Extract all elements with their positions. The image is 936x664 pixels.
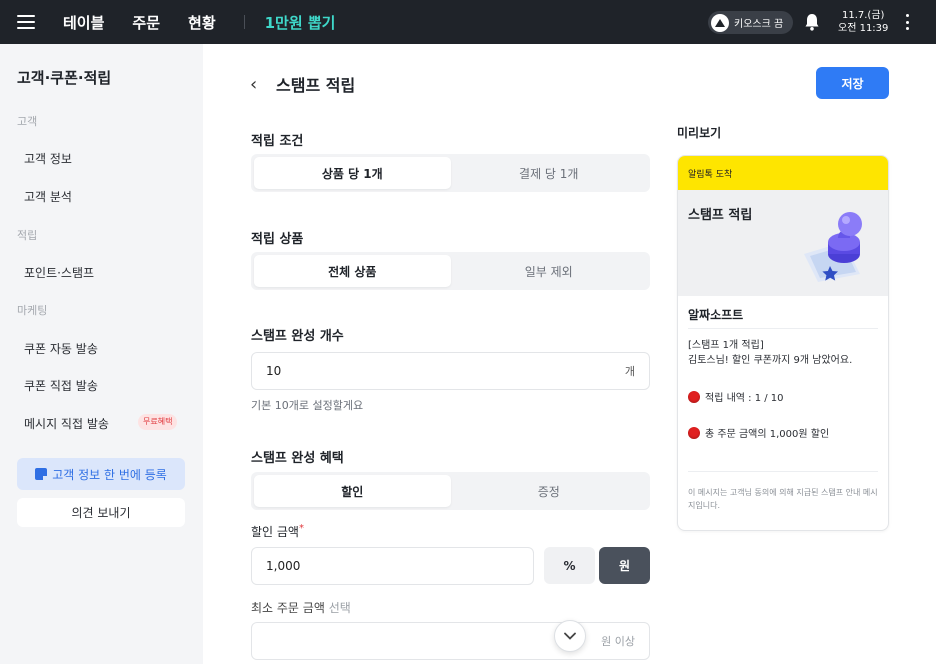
condition-per-payment[interactable]: 결제 당 1개 bbox=[451, 157, 648, 189]
clock: 11.7.(금) 오전 11:39 bbox=[838, 9, 888, 35]
condition-label: 적립 조건 bbox=[251, 134, 304, 149]
card-hero: 스탬프 적립 bbox=[678, 190, 888, 296]
sidebar-item-coupon-auto[interactable]: 쿠폰 자동 발송 bbox=[24, 340, 98, 357]
preview-title: 미리보기 bbox=[677, 126, 722, 140]
menu-icon[interactable] bbox=[17, 15, 35, 29]
benefit-discount[interactable]: 할인 bbox=[254, 475, 451, 507]
stamp-count-label: 스탬프 완성 개수 bbox=[251, 329, 344, 344]
sidebar-item-point-stamp[interactable]: 포인트·스탬프 bbox=[24, 264, 94, 281]
save-button[interactable]: 저장 bbox=[816, 67, 889, 99]
sidebar-item-customer-info[interactable]: 고객 정보 bbox=[24, 150, 72, 167]
condition-segment: 상품 당 1개 결제 당 1개 bbox=[251, 154, 650, 192]
sidebar: 고객·쿠폰·적립 고객 고객 정보 고객 분석 적립 포인트·스탬프 마케팅 쿠… bbox=[0, 44, 203, 664]
kiosk-icon bbox=[711, 13, 729, 32]
discount-amount-value: 1,000 bbox=[266, 559, 301, 573]
unit-percent-button[interactable]: % bbox=[544, 547, 595, 584]
hero-title: 스탬프 적립 bbox=[688, 208, 753, 223]
card-footnote: 이 메시지는 고객님 동의에 의해 지급된 스탬프 안내 메시지입니다. bbox=[688, 488, 878, 510]
scroll-down-button[interactable] bbox=[554, 620, 586, 652]
min-order-input[interactable]: 원 이상 bbox=[251, 622, 650, 660]
bullet-discount: 총 주문 금액의 1,000원 할인 bbox=[688, 425, 829, 440]
message-line-2: 김토스님! 할인 쿠폰까지 9개 남았어요. bbox=[688, 355, 853, 366]
min-order-label-text: 최소 주문 금액 bbox=[251, 601, 325, 615]
back-chevron-icon[interactable]: ‹ bbox=[250, 74, 257, 95]
card-divider bbox=[688, 471, 878, 472]
min-order-unit: 원 이상 bbox=[601, 635, 635, 648]
required-mark: * bbox=[298, 523, 304, 534]
stamp-count-unit: 개 bbox=[624, 365, 635, 378]
preview-card: 알림톡 도착 스탬프 적립 알짜소프트 [스탬프 1개 적립] 김토스님! 할인… bbox=[677, 155, 889, 531]
sidebar-item-message-direct[interactable]: 메시지 직접 발송 bbox=[24, 415, 109, 432]
discount-amount-input[interactable]: 1,000 bbox=[251, 547, 534, 585]
free-benefit-badge: 무료혜택 bbox=[138, 414, 178, 430]
bullet-2-text: 총 주문 금액의 1,000원 할인 bbox=[705, 429, 830, 440]
register-button-label: 고객 정보 한 번에 등록 bbox=[52, 467, 167, 482]
min-order-label: 최소 주문 금액 선택 bbox=[251, 599, 351, 616]
top-nav: 테이블 주문 현황 1만원 뽑기 bbox=[63, 12, 364, 33]
discount-label: 할인 금액* bbox=[251, 523, 304, 540]
clock-date: 11.7.(금) bbox=[841, 10, 885, 21]
top-bar: 테이블 주문 현황 1만원 뽑기 키오스크 끔 11.7.(금) 오전 11:3… bbox=[0, 0, 936, 44]
benefit-segment: 할인 증정 bbox=[251, 472, 650, 510]
products-segment: 전체 상품 일부 제외 bbox=[251, 252, 650, 290]
page-title: 스탬프 적립 bbox=[276, 76, 356, 95]
message-line-1: [스탬프 1개 적립] bbox=[688, 340, 764, 351]
products-exclude-some[interactable]: 일부 제외 bbox=[451, 255, 648, 287]
clock-time: 오전 11:39 bbox=[838, 23, 889, 34]
bullet-stamp-history: 적립 내역 : 1 / 10 bbox=[688, 389, 784, 404]
stamp-icon bbox=[804, 212, 862, 282]
red-dot-icon bbox=[688, 390, 700, 403]
discount-label-text: 할인 금액 bbox=[251, 525, 299, 539]
sidebar-title: 고객·쿠폰·적립 bbox=[17, 69, 112, 87]
kiosk-toggle[interactable]: 키오스크 끔 bbox=[708, 11, 794, 34]
chevron-down-icon bbox=[564, 632, 576, 640]
red-dot-icon bbox=[688, 426, 700, 439]
nav-table[interactable]: 테이블 bbox=[63, 12, 104, 33]
nav-status[interactable]: 현황 bbox=[188, 12, 216, 33]
products-label: 적립 상품 bbox=[251, 232, 304, 247]
nav-10k-draw[interactable]: 1만원 뽑기 bbox=[265, 12, 336, 33]
nav-order[interactable]: 주문 bbox=[132, 12, 160, 33]
note-icon bbox=[35, 468, 49, 481]
stamp-count-help: 기본 10개로 설정할게요 bbox=[251, 399, 364, 412]
benefit-gift[interactable]: 증정 bbox=[451, 475, 648, 507]
sidebar-item-customer-analysis[interactable]: 고객 분석 bbox=[24, 188, 72, 205]
brand-name: 알짜소프트 bbox=[688, 308, 744, 322]
bell-icon[interactable] bbox=[804, 12, 820, 32]
more-icon[interactable] bbox=[906, 14, 910, 30]
condition-per-item[interactable]: 상품 당 1개 bbox=[254, 157, 451, 189]
stamp-count-input[interactable]: 10 개 bbox=[251, 352, 650, 390]
benefit-label: 스탬프 완성 혜택 bbox=[251, 451, 344, 466]
products-all[interactable]: 전체 상품 bbox=[254, 255, 451, 287]
sidebar-item-coupon-direct[interactable]: 쿠폰 직접 발송 bbox=[24, 377, 98, 394]
card-header: 알림톡 도착 bbox=[678, 156, 888, 190]
section-marketing: 마케팅 bbox=[17, 304, 48, 317]
optional-mark: 선택 bbox=[328, 601, 351, 615]
section-customer: 고객 bbox=[17, 115, 38, 128]
stamp-count-value: 10 bbox=[266, 364, 282, 378]
card-divider bbox=[688, 328, 878, 329]
bullet-1-text: 적립 내역 : 1 / 10 bbox=[705, 393, 784, 404]
section-points: 적립 bbox=[17, 229, 38, 242]
kiosk-label: 키오스크 끔 bbox=[734, 19, 784, 30]
nav-divider bbox=[243, 15, 245, 29]
register-customers-button[interactable]: 고객 정보 한 번에 등록 bbox=[17, 458, 185, 490]
unit-won-button[interactable]: 원 bbox=[599, 547, 650, 584]
feedback-button[interactable]: 의견 보내기 bbox=[17, 498, 185, 527]
